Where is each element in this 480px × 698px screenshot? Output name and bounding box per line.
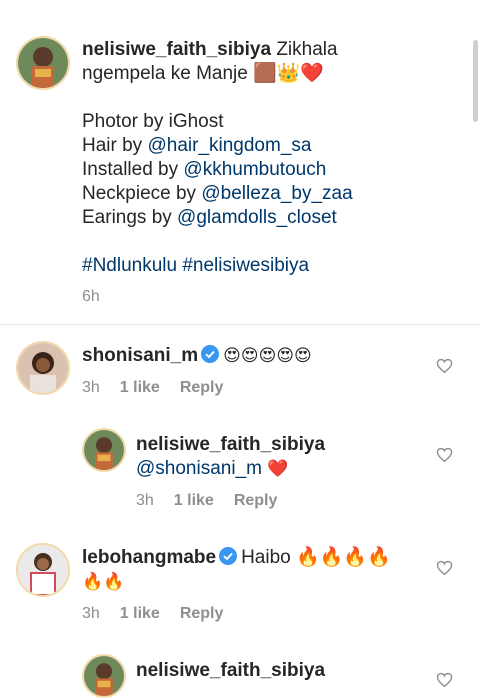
comment-avatar-image [18, 343, 68, 393]
heart-icon[interactable] [436, 560, 453, 576]
comment-2-body: lebohangmabe Haibo 🔥🔥🔥🔥 🔥🔥 [82, 546, 391, 594]
mention-link[interactable]: @glamdolls_closet [177, 207, 337, 228]
comment-time: 3h [136, 492, 154, 509]
credit-line-neckpiece: Neckpiece by @belleza_by_zaa [82, 182, 462, 206]
heart-icon[interactable] [436, 358, 453, 374]
hashtags[interactable]: #Ndlunkulu #nelisiwesibiya [82, 254, 462, 278]
likes-count[interactable]: 1 like [120, 379, 160, 396]
credit-label: Photor by iGhost [82, 111, 224, 132]
heart-icon[interactable] [436, 672, 453, 688]
likes-count[interactable]: 1 like [120, 605, 160, 622]
reply-avatar[interactable] [82, 654, 126, 698]
credit-line-hair: Hair by @hair_kingdom_sa [82, 134, 462, 158]
reply-username[interactable]: nelisiwe_faith_sibiya [136, 659, 325, 683]
comment-text: Haibo 🔥🔥🔥🔥 [241, 547, 391, 568]
mention-link[interactable]: @shonisani_m [136, 458, 262, 479]
reply-avatar-image [84, 430, 124, 470]
comment-time: 3h [82, 605, 100, 622]
mention-link[interactable]: @hair_kingdom_sa [147, 135, 311, 156]
post-avatar-image [18, 38, 68, 88]
credit-label: Neckpiece by [82, 183, 202, 204]
post-username[interactable]: nelisiwe_faith_sibiya [82, 39, 271, 60]
comment-2-meta: 3h 1 like Reply [82, 605, 243, 623]
mention-link[interactable]: @belleza_by_zaa [201, 183, 352, 204]
reply-username[interactable]: nelisiwe_faith_sibiya [136, 433, 325, 457]
likes-count[interactable]: 1 like [174, 492, 214, 509]
heart-icon[interactable] [436, 447, 453, 463]
credit-line-installed: Installed by @kkhumbutouch [82, 158, 462, 182]
caption-second-line: ngempela ke Manje 🟫👑❤️ [82, 62, 462, 86]
post-caption: nelisiwe_faith_sibiya Zikhala ngempela k… [82, 38, 462, 278]
credit-label: Installed by [82, 159, 184, 180]
verified-badge-icon [201, 345, 220, 363]
verified-badge-icon [219, 547, 238, 565]
comment-avatar-image [18, 545, 68, 595]
scrollbar[interactable] [473, 40, 478, 122]
reply-button[interactable]: Reply [234, 492, 278, 509]
comment-username[interactable]: shonisani_m [82, 345, 198, 366]
divider [0, 324, 480, 325]
reply-avatar-image [84, 656, 124, 696]
comment-text-continued: 🔥🔥 [82, 572, 125, 591]
comment-1-meta: 3h 1 like Reply [82, 379, 243, 397]
reply-button[interactable]: Reply [180, 605, 224, 622]
caption-emoji: 🟫👑❤️ [253, 63, 325, 84]
credit-line-photographer: Photor by iGhost [82, 110, 462, 134]
comment-avatar[interactable] [16, 543, 70, 597]
comment-text: 😍😍😍😍😍 [223, 346, 312, 365]
credit-line-earings: Earings by @glamdolls_closet [82, 206, 462, 230]
comment-username[interactable]: lebohangmabe [82, 547, 216, 568]
post-avatar[interactable] [16, 36, 70, 90]
mention-link[interactable]: @kkhumbutouch [183, 159, 326, 180]
caption-first-line: nelisiwe_faith_sibiya Zikhala [82, 38, 462, 62]
comment-avatar[interactable] [16, 341, 70, 395]
reply-1-body: nelisiwe_faith_sibiya @shonisani_m ❤️ [136, 433, 325, 481]
post-time: 6h [82, 288, 100, 305]
comment-1-body: shonisani_m 😍😍😍😍😍 [82, 344, 312, 368]
credit-label: Hair by [82, 135, 148, 156]
caption-text-2: ngempela ke Manje [82, 63, 248, 84]
reply-2-body: nelisiwe_faith_sibiya [136, 659, 325, 683]
credit-label: Earings by [82, 207, 178, 228]
reply-1-meta: 3h 1 like Reply [136, 492, 297, 510]
reply-text: ❤️ [267, 459, 289, 478]
reply-button[interactable]: Reply [180, 379, 224, 396]
caption-text-1: Zikhala [276, 39, 338, 60]
reply-avatar[interactable] [82, 428, 126, 472]
comment-time: 3h [82, 379, 100, 396]
